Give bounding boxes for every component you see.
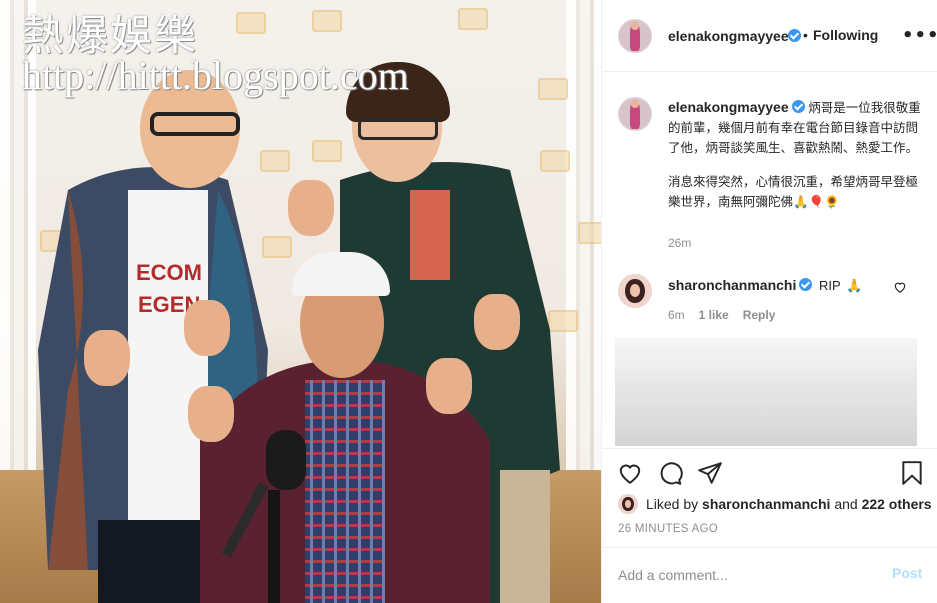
follow-separator: •: [803, 27, 808, 43]
following-button[interactable]: Following: [813, 27, 878, 43]
hand: [288, 180, 334, 236]
backdrop-logo: [458, 8, 488, 30]
comment-meta: 6m 1 like Reply: [668, 308, 789, 322]
verified-badge: [785, 28, 801, 46]
comment-text: RIP: [819, 278, 841, 293]
more-options-button[interactable]: •••: [902, 26, 937, 46]
likes-middle: and: [834, 496, 858, 512]
hand: [84, 330, 130, 386]
heart-icon: [894, 282, 906, 293]
comment-line: sharonchanmanchi RIP 🙏: [668, 277, 862, 294]
caption-avatar[interactable]: [618, 97, 652, 131]
bookmark-icon: [902, 461, 922, 485]
share-icon: [698, 462, 722, 484]
liker-avatar[interactable]: [618, 494, 638, 514]
content-placeholder: [615, 338, 917, 446]
backdrop-logo: [236, 12, 266, 34]
hand: [184, 300, 230, 356]
caption-paragraph-2: 消息來得突然，心情很沉重，希望炳哥早登極樂世界，南無阿彌陀佛🙏🎈🌻: [668, 174, 919, 209]
reply-button[interactable]: Reply: [743, 308, 776, 322]
action-bar: [602, 448, 937, 498]
caption-text: elenakongmayyee 炳哥是一位我很敬重的前輩，幾個月前有幸在電台節目…: [668, 97, 926, 212]
backdrop-logo: [538, 78, 568, 100]
verified-icon: [799, 278, 813, 291]
post-header: elenakongmayyee • Following •••: [602, 0, 937, 72]
commenter-username[interactable]: sharonchanmanchi: [668, 277, 796, 293]
commenter-avatar[interactable]: [618, 274, 652, 308]
comment-button[interactable]: [656, 460, 684, 488]
comment-timestamp[interactable]: 6m: [668, 308, 685, 322]
svg-text:ECOM: ECOM: [136, 260, 202, 285]
glasses: [358, 118, 438, 140]
post-comment-button[interactable]: Post: [892, 565, 922, 581]
verified-icon: [788, 29, 801, 42]
like-button[interactable]: [616, 460, 644, 488]
add-comment-bar: Post: [602, 547, 937, 603]
share-button[interactable]: [696, 460, 724, 488]
likes-prefix: Liked by: [646, 496, 699, 512]
post-side-panel: elenakongmayyee • Following ••• elenakon…: [601, 0, 937, 603]
likes-line: Liked by sharonchanmanchi and 222 others: [646, 496, 932, 512]
heart-icon: [619, 464, 641, 484]
likes-others[interactable]: 222 others: [862, 496, 932, 512]
backdrop-logo: [312, 10, 342, 32]
backdrop-logo: [578, 222, 601, 244]
post-timestamp[interactable]: 26 MINUTES AGO: [618, 523, 718, 535]
verified-icon: [791, 100, 805, 113]
comment-likes[interactable]: 1 like: [699, 308, 729, 322]
caption-username[interactable]: elenakongmayyee: [668, 99, 789, 115]
comment-icon: [660, 462, 683, 485]
hand: [474, 294, 520, 350]
more-horizontal-icon: •••: [902, 25, 937, 46]
watermark-url: http://hittt.blogspot.com: [22, 53, 409, 98]
glasses: [150, 112, 240, 136]
hand: [426, 358, 472, 414]
author-username[interactable]: elenakongmayyee: [668, 28, 789, 44]
post-photo[interactable]: ECOM EGEN 熱爆娛樂 http://hittt.blogspot.com: [0, 0, 601, 603]
save-button[interactable]: [898, 460, 926, 488]
comment-input[interactable]: [618, 564, 868, 586]
microphone: [221, 430, 306, 603]
comment-like-button[interactable]: [892, 280, 908, 296]
caption-timestamp[interactable]: 26m: [668, 236, 691, 250]
liker-username[interactable]: sharonchanmanchi: [702, 496, 830, 512]
author-avatar[interactable]: [618, 19, 652, 53]
comment-row: sharonchanmanchi RIP 🙏 6m 1 like Reply: [602, 270, 937, 330]
comment-emoji: 🙏: [846, 279, 863, 294]
